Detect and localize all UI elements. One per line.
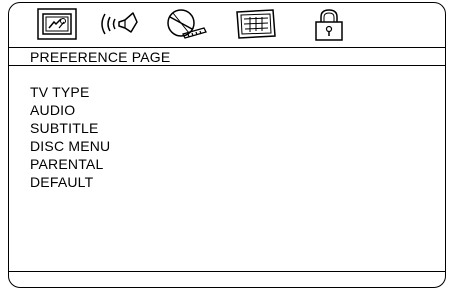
menu-item-parental[interactable]: PARENTAL [30, 155, 110, 173]
video-disc-icon [167, 9, 207, 39]
password-lock-icon [315, 9, 343, 41]
menu-item-tv-type[interactable]: TV TYPE [30, 83, 110, 101]
audio-speaker-icon [101, 12, 138, 35]
tab-general-setup[interactable] [37, 8, 77, 40]
setup-tab-bar [9, 3, 445, 45]
preference-icon [236, 9, 276, 39]
menu-item-disc-menu[interactable]: DISC MENU [30, 137, 110, 155]
page-title-bar: PREFERENCE PAGE [9, 47, 445, 66]
tab-preference[interactable] [235, 8, 277, 40]
menu-item-default[interactable]: DEFAULT [30, 173, 110, 191]
tab-password[interactable] [313, 8, 345, 41]
preference-menu: TV TYPE AUDIO SUBTITLE DISC MENU PARENTA… [30, 83, 110, 191]
tab-audio[interactable] [97, 8, 141, 40]
osd-frame: PREFERENCE PAGE TV TYPE AUDIO SUBTITLE D… [8, 2, 446, 288]
footer-divider [9, 271, 445, 272]
menu-item-subtitle[interactable]: SUBTITLE [30, 119, 110, 137]
general-setup-icon [37, 8, 77, 40]
page-title: PREFERENCE PAGE [30, 49, 171, 65]
tab-video[interactable] [163, 8, 207, 40]
menu-item-audio[interactable]: AUDIO [30, 101, 110, 119]
